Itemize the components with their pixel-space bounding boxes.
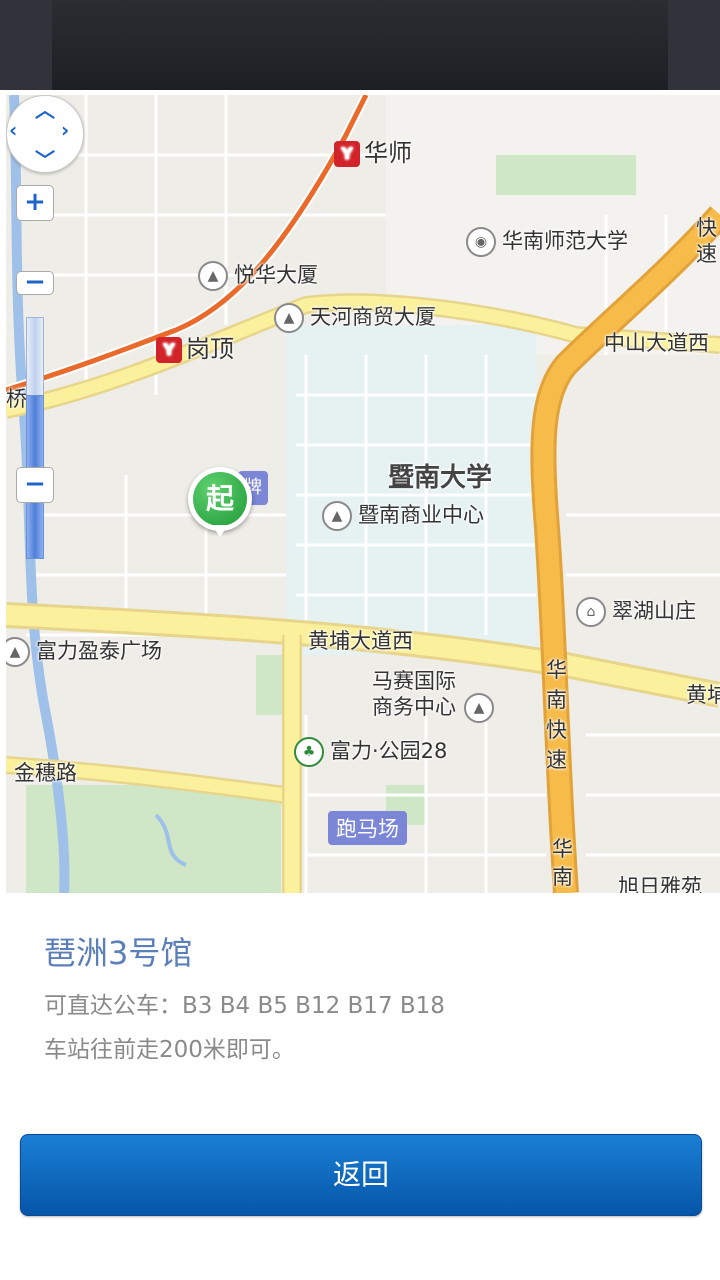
- top-bar-left-edge: [0, 0, 52, 90]
- area-label-racecourse: 跑马场: [328, 811, 407, 845]
- poi-tianhe-trade: ▲ 天河商贸大厦: [274, 301, 436, 333]
- label-text: 暨南商业中心: [358, 503, 484, 527]
- poi-fuli-yingtai: ▲ 富力盈泰广场: [6, 635, 162, 667]
- road-label-express-top: 快速: [696, 216, 717, 266]
- label-text: 富力·公园28: [330, 739, 448, 763]
- poi-xuri: 旭日雅苑: [618, 875, 702, 893]
- road-label-zhongshan: 中山大道西: [604, 331, 709, 355]
- poi-building-icon: ▲: [274, 303, 304, 333]
- poi-scnu: ◉ 华南师范大学: [466, 225, 628, 257]
- poi-residence-icon: ⌂: [576, 597, 606, 627]
- back-button[interactable]: 返回: [20, 1134, 702, 1216]
- pan-up-icon[interactable]: ︿: [35, 95, 55, 123]
- metro-icon: Y: [334, 141, 360, 167]
- metro-label-gangding: Y 岗顶: [156, 329, 234, 364]
- label-text: 华南师范大学: [502, 229, 628, 253]
- poi-park-icon: ♣: [294, 737, 324, 767]
- pan-control[interactable]: ︿ ﹀ ‹ ›: [6, 95, 84, 173]
- area-label-jinan: 暨南大学: [388, 463, 493, 493]
- road-label-huangpu-right: 黄埔: [686, 683, 720, 707]
- label-text: 岗顶: [186, 335, 234, 363]
- walk-info: 车站往前走200米即可。: [44, 1037, 295, 1063]
- poi-fuli-park: ♣ 富力·公园28: [294, 735, 447, 767]
- start-marker-icon[interactable]: 起: [188, 467, 252, 537]
- poi-jinan-center: ▲ 暨南商业中心: [322, 499, 484, 531]
- road-label-huanan-bottom: 华南: [552, 837, 573, 889]
- top-bar: [0, 0, 720, 90]
- metro-icon: Y: [156, 337, 182, 363]
- label-text: 富力盈泰广场: [36, 639, 162, 663]
- poi-building-icon: ▲: [198, 261, 228, 291]
- metro-label-huashi: Y 华师: [334, 133, 412, 168]
- road-label-huangpu: 黄埔大道西: [308, 629, 413, 653]
- zoom-out-button[interactable]: −: [16, 467, 54, 503]
- poi-building-icon: ▲: [6, 637, 30, 667]
- pan-left-icon[interactable]: ‹: [9, 118, 17, 142]
- bus-info: 可直达公车：B3 B4 B5 B12 B17 B18: [44, 993, 445, 1019]
- label-text: 华师: [364, 139, 412, 167]
- label-text: 天河商贸大厦: [310, 305, 436, 329]
- poi-cuihu: ⌂ 翠湖山庄: [576, 595, 696, 627]
- road-label-qiao: 桥: [6, 387, 27, 411]
- road-label-huanan-express: 华南快速: [546, 658, 567, 772]
- poi-school-icon: ◉: [466, 227, 496, 257]
- label-text: 商务中心: [372, 695, 456, 719]
- label-text: 悦华大厦: [234, 263, 318, 287]
- map-view[interactable]: Y 华师 ◉ 华南师范大学 ▲ 悦华大厦 ▲ 天河商贸大厦 Y 岗顶 中山大道西 桥 暨南…: [6, 95, 720, 893]
- pan-right-icon[interactable]: ›: [61, 118, 69, 142]
- label-text: 翠湖山庄: [612, 599, 696, 623]
- road-label-jinsui: 金穗路: [14, 761, 77, 785]
- start-marker-label: 起: [193, 472, 247, 526]
- poi-yuehua: ▲ 悦华大厦: [198, 259, 318, 291]
- pan-down-icon[interactable]: ﹀: [35, 144, 55, 173]
- top-bar-right-edge: [668, 0, 720, 90]
- poi-masai-line2: 商务中心 ▲: [372, 691, 500, 723]
- zoom-in-button[interactable]: +: [16, 185, 54, 221]
- zoom-handle[interactable]: −: [16, 269, 54, 295]
- poi-building-icon: ▲: [464, 693, 494, 723]
- marker-tip: [212, 525, 228, 537]
- map-tiles: [6, 95, 720, 893]
- poi-building-icon: ▲: [322, 501, 352, 531]
- venue-title: 琶洲3号馆: [44, 934, 193, 972]
